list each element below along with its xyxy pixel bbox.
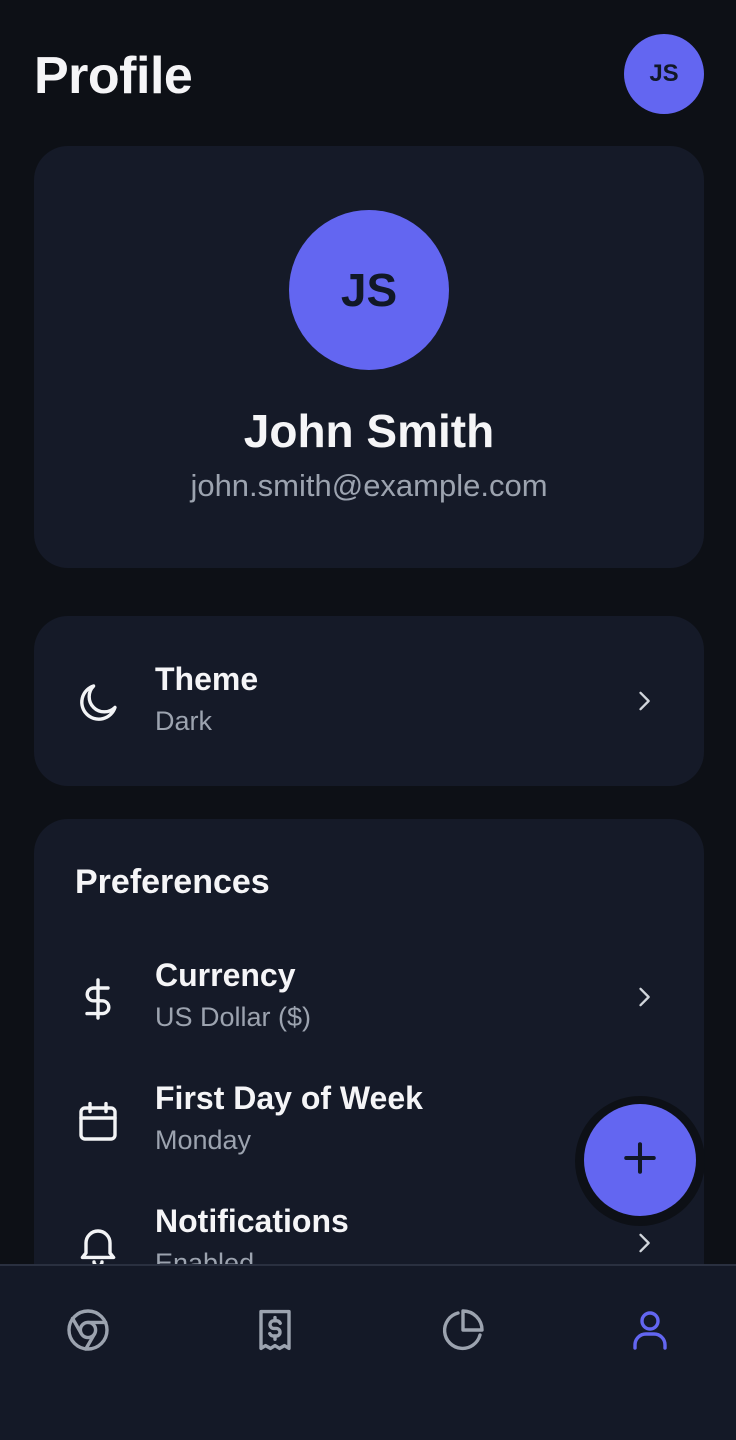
receipt-icon [251, 1309, 299, 1358]
add-button[interactable] [584, 1104, 696, 1216]
dollar-icon [74, 975, 122, 1023]
theme-row[interactable]: Theme Dark [34, 651, 704, 751]
chevron-right-icon [630, 687, 658, 715]
calendar-icon [74, 1098, 122, 1146]
preferences-card: Preferences Currency US Dollar ($) First… [34, 819, 704, 1339]
profile-name: John Smith [243, 405, 495, 457]
profile-screen: Profile JS JS John Smith john.smith@exam… [0, 0, 736, 1440]
pie-chart-icon [439, 1309, 487, 1358]
chevron-right-icon [630, 1229, 658, 1257]
first-day-value: Monday [155, 1125, 252, 1155]
plus-icon [618, 1136, 662, 1185]
profile-avatar: JS [289, 210, 449, 370]
header: Profile JS [34, 34, 704, 114]
theme-label: Theme [155, 661, 259, 697]
theme-card: Theme Dark [34, 616, 704, 786]
currency-value: US Dollar ($) [155, 1002, 312, 1032]
chevron-right-icon [630, 983, 658, 1011]
nav-dashboard[interactable] [64, 1306, 112, 1354]
nav-profile[interactable] [626, 1306, 674, 1354]
header-avatar[interactable]: JS [624, 34, 704, 114]
currency-row[interactable]: Currency US Dollar ($) [34, 947, 704, 1047]
theme-value: Dark [155, 706, 213, 736]
page-title: Profile [34, 47, 193, 105]
profile-card: JS John Smith john.smith@example.com [34, 146, 704, 568]
first-day-label: First Day of Week [155, 1080, 423, 1116]
bottom-nav [0, 1264, 736, 1440]
user-icon [626, 1311, 674, 1358]
bell-icon [74, 1221, 122, 1269]
chrome-icon [64, 1309, 112, 1358]
profile-email: john.smith@example.com [190, 468, 548, 503]
preferences-title: Preferences [75, 863, 270, 901]
notifications-label: Notifications [155, 1203, 349, 1239]
moon-icon [74, 679, 122, 727]
nav-transactions[interactable] [251, 1306, 299, 1354]
currency-label: Currency [155, 957, 296, 993]
nav-reports[interactable] [439, 1306, 487, 1354]
